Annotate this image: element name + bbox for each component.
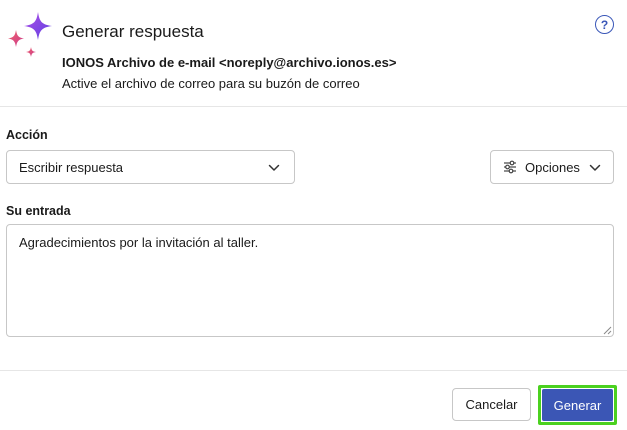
generate-button[interactable]: Generar [542,389,613,421]
help-icon[interactable]: ? [595,15,614,34]
resize-grip-icon[interactable] [602,325,612,335]
email-sender: IONOS Archivo de e-mail <noreply@archivo… [62,55,397,70]
footer-divider [0,370,627,371]
cancel-button[interactable]: Cancelar [452,388,531,421]
action-label: Acción [6,128,48,142]
prompt-textarea[interactable]: Agradecimientos por la invitación al tal… [6,224,614,337]
generate-reply-dialog: Generar respuesta ? IONOS Archivo de e-m… [0,0,627,430]
sparkle-icon [8,12,52,57]
options-label: Opciones [525,159,580,175]
chevron-down-icon [268,164,280,171]
generate-button-highlight: Generar [538,385,617,425]
header-divider [0,106,627,107]
action-dropdown[interactable]: Escribir respuesta [6,150,295,184]
input-label: Su entrada [6,204,71,218]
chevron-down-icon [589,164,601,171]
sliders-icon [504,160,516,174]
dialog-title: Generar respuesta [62,22,204,41]
email-subject: Active el archivo de correo para su buzó… [62,76,360,91]
options-button[interactable]: Opciones [490,150,614,184]
action-selected-value: Escribir respuesta [19,159,124,175]
